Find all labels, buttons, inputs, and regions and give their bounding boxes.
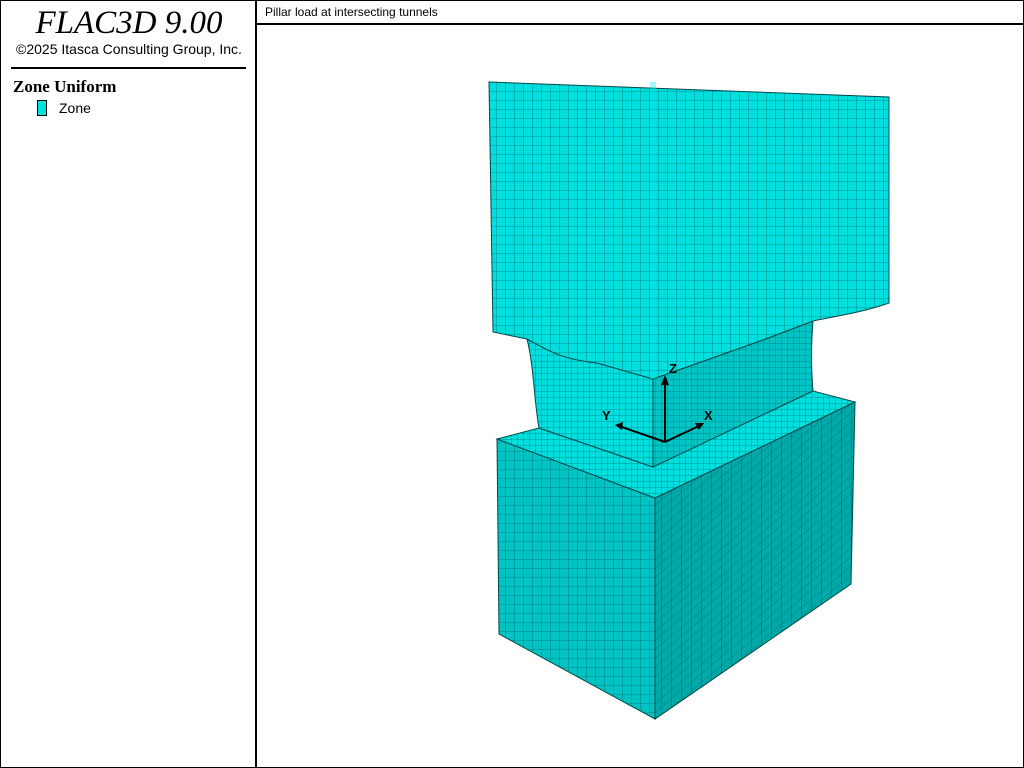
legend-panel: FLAC3D 9.00 ©2025 Itasca Consulting Grou… xyxy=(1,1,257,767)
legend-item-zone: Zone xyxy=(37,98,91,118)
z-axis-label: Z xyxy=(669,361,677,376)
model-viewport[interactable]: Z X Y xyxy=(257,25,1023,767)
view-title-bar: Pillar load at intersecting tunnels xyxy=(257,1,1023,25)
x-axis-label: X xyxy=(704,408,713,423)
legend-item-label: Zone xyxy=(59,100,91,116)
plot-window: FLAC3D 9.00 ©2025 Itasca Consulting Grou… xyxy=(0,0,1024,768)
zone-color-swatch xyxy=(37,100,47,116)
view-title: Pillar load at intersecting tunnels xyxy=(265,5,438,19)
legend-heading: Zone Uniform xyxy=(13,77,117,96)
y-axis-label: Y xyxy=(602,408,611,423)
app-title: FLAC3D 9.00 xyxy=(35,5,223,41)
upper-block xyxy=(488,81,890,380)
title-divider xyxy=(11,67,246,69)
zone-model-render[interactable]: Z X Y xyxy=(257,25,1023,767)
copyright-text: ©2025 Itasca Consulting Group, Inc. xyxy=(16,41,242,57)
